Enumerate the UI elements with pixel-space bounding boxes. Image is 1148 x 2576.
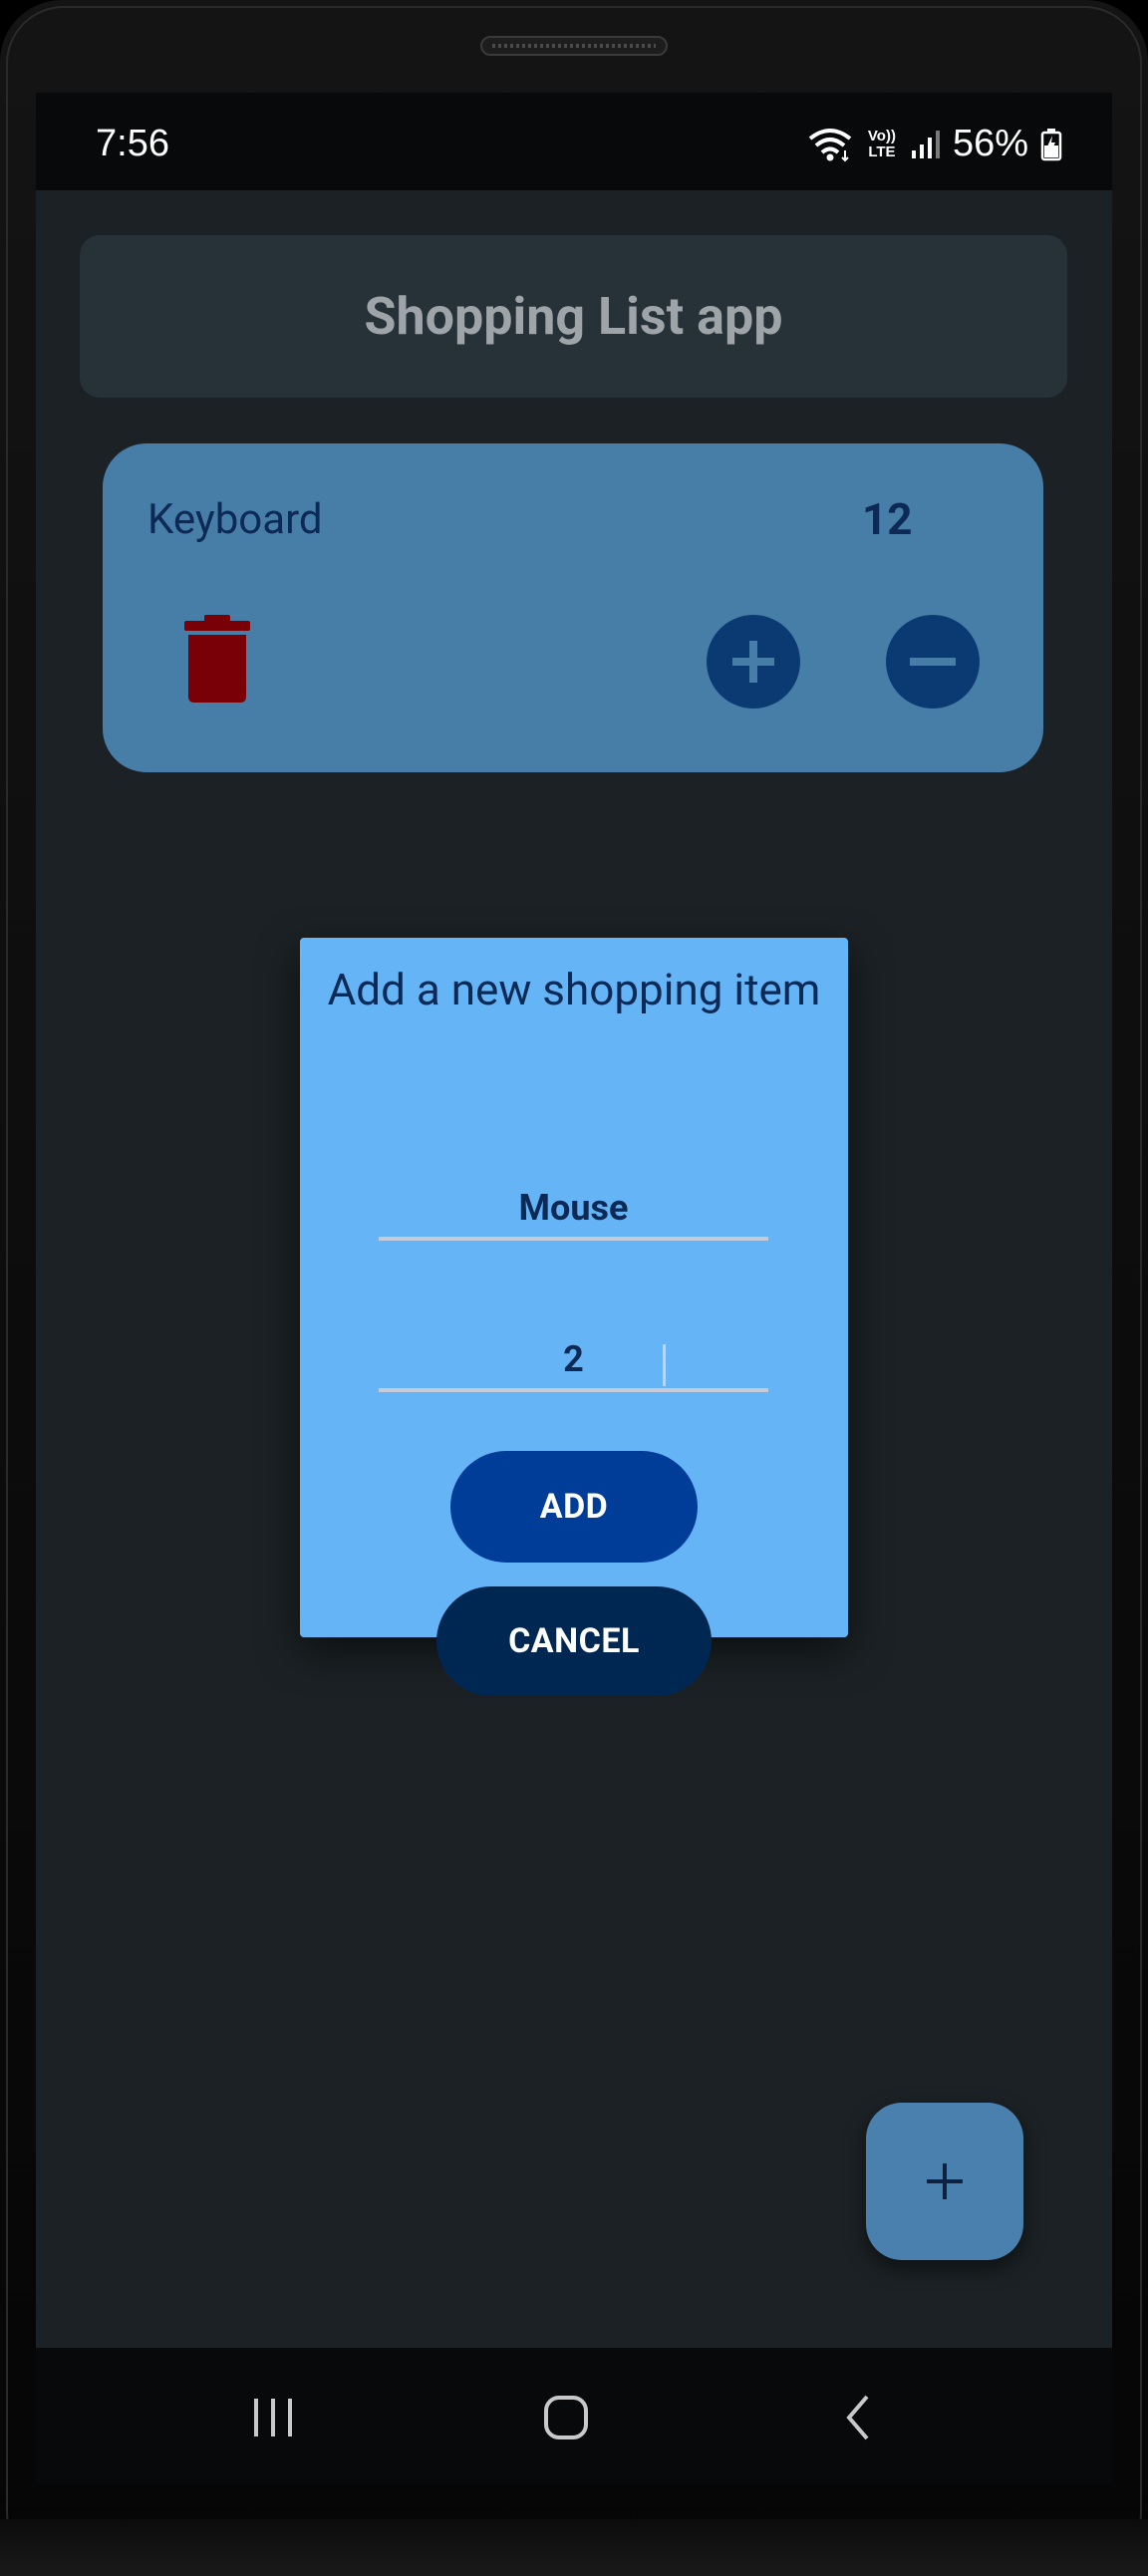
back-button[interactable] <box>829 2388 889 2447</box>
volte-bottom-label: LTE <box>868 143 896 160</box>
item-quantity-field <box>379 1338 768 1392</box>
cancel-button[interactable]: CANCEL <box>436 1586 712 1696</box>
add-item-dialog: Add a new shopping item ADD CANCEL <box>300 938 848 1696</box>
item-name-input[interactable] <box>379 1187 768 1237</box>
dialog-title: Add a new shopping item <box>327 964 821 1015</box>
status-icons: Vo)) LTE 56% <box>807 123 1062 165</box>
add-button[interactable]: ADD <box>450 1451 698 1563</box>
volte-top-label: Vo)) <box>867 127 896 144</box>
text-cursor <box>663 1344 666 1386</box>
navigation-bar <box>36 2348 1112 2484</box>
recents-icon <box>254 2399 292 2436</box>
recents-button[interactable] <box>243 2388 303 2447</box>
earpiece-speaker <box>480 36 668 56</box>
plus-icon <box>927 2163 963 2199</box>
status-bar: 7:56 Vo)) LTE 56% <box>36 93 1112 190</box>
volte-indicator: Vo)) LTE <box>865 127 899 160</box>
item-quantity-input[interactable] <box>379 1338 768 1388</box>
status-time: 7:56 <box>96 123 169 164</box>
battery-charging-icon <box>1040 128 1062 160</box>
phone-bottom-edge <box>0 2519 1148 2576</box>
item-name-field <box>379 1187 768 1241</box>
battery-percent: 56% <box>952 123 1028 164</box>
back-icon <box>846 2395 869 2440</box>
screen: 7:56 Vo)) LTE 56% Shopping List app Keyb… <box>36 93 1112 2484</box>
wifi-icon <box>808 128 852 161</box>
signal-icon <box>911 130 940 158</box>
add-item-fab[interactable] <box>866 2103 1023 2260</box>
phone-frame: 7:56 Vo)) LTE 56% Shopping List app Keyb… <box>0 0 1148 2576</box>
home-icon <box>544 2396 588 2439</box>
home-button[interactable] <box>536 2388 596 2447</box>
